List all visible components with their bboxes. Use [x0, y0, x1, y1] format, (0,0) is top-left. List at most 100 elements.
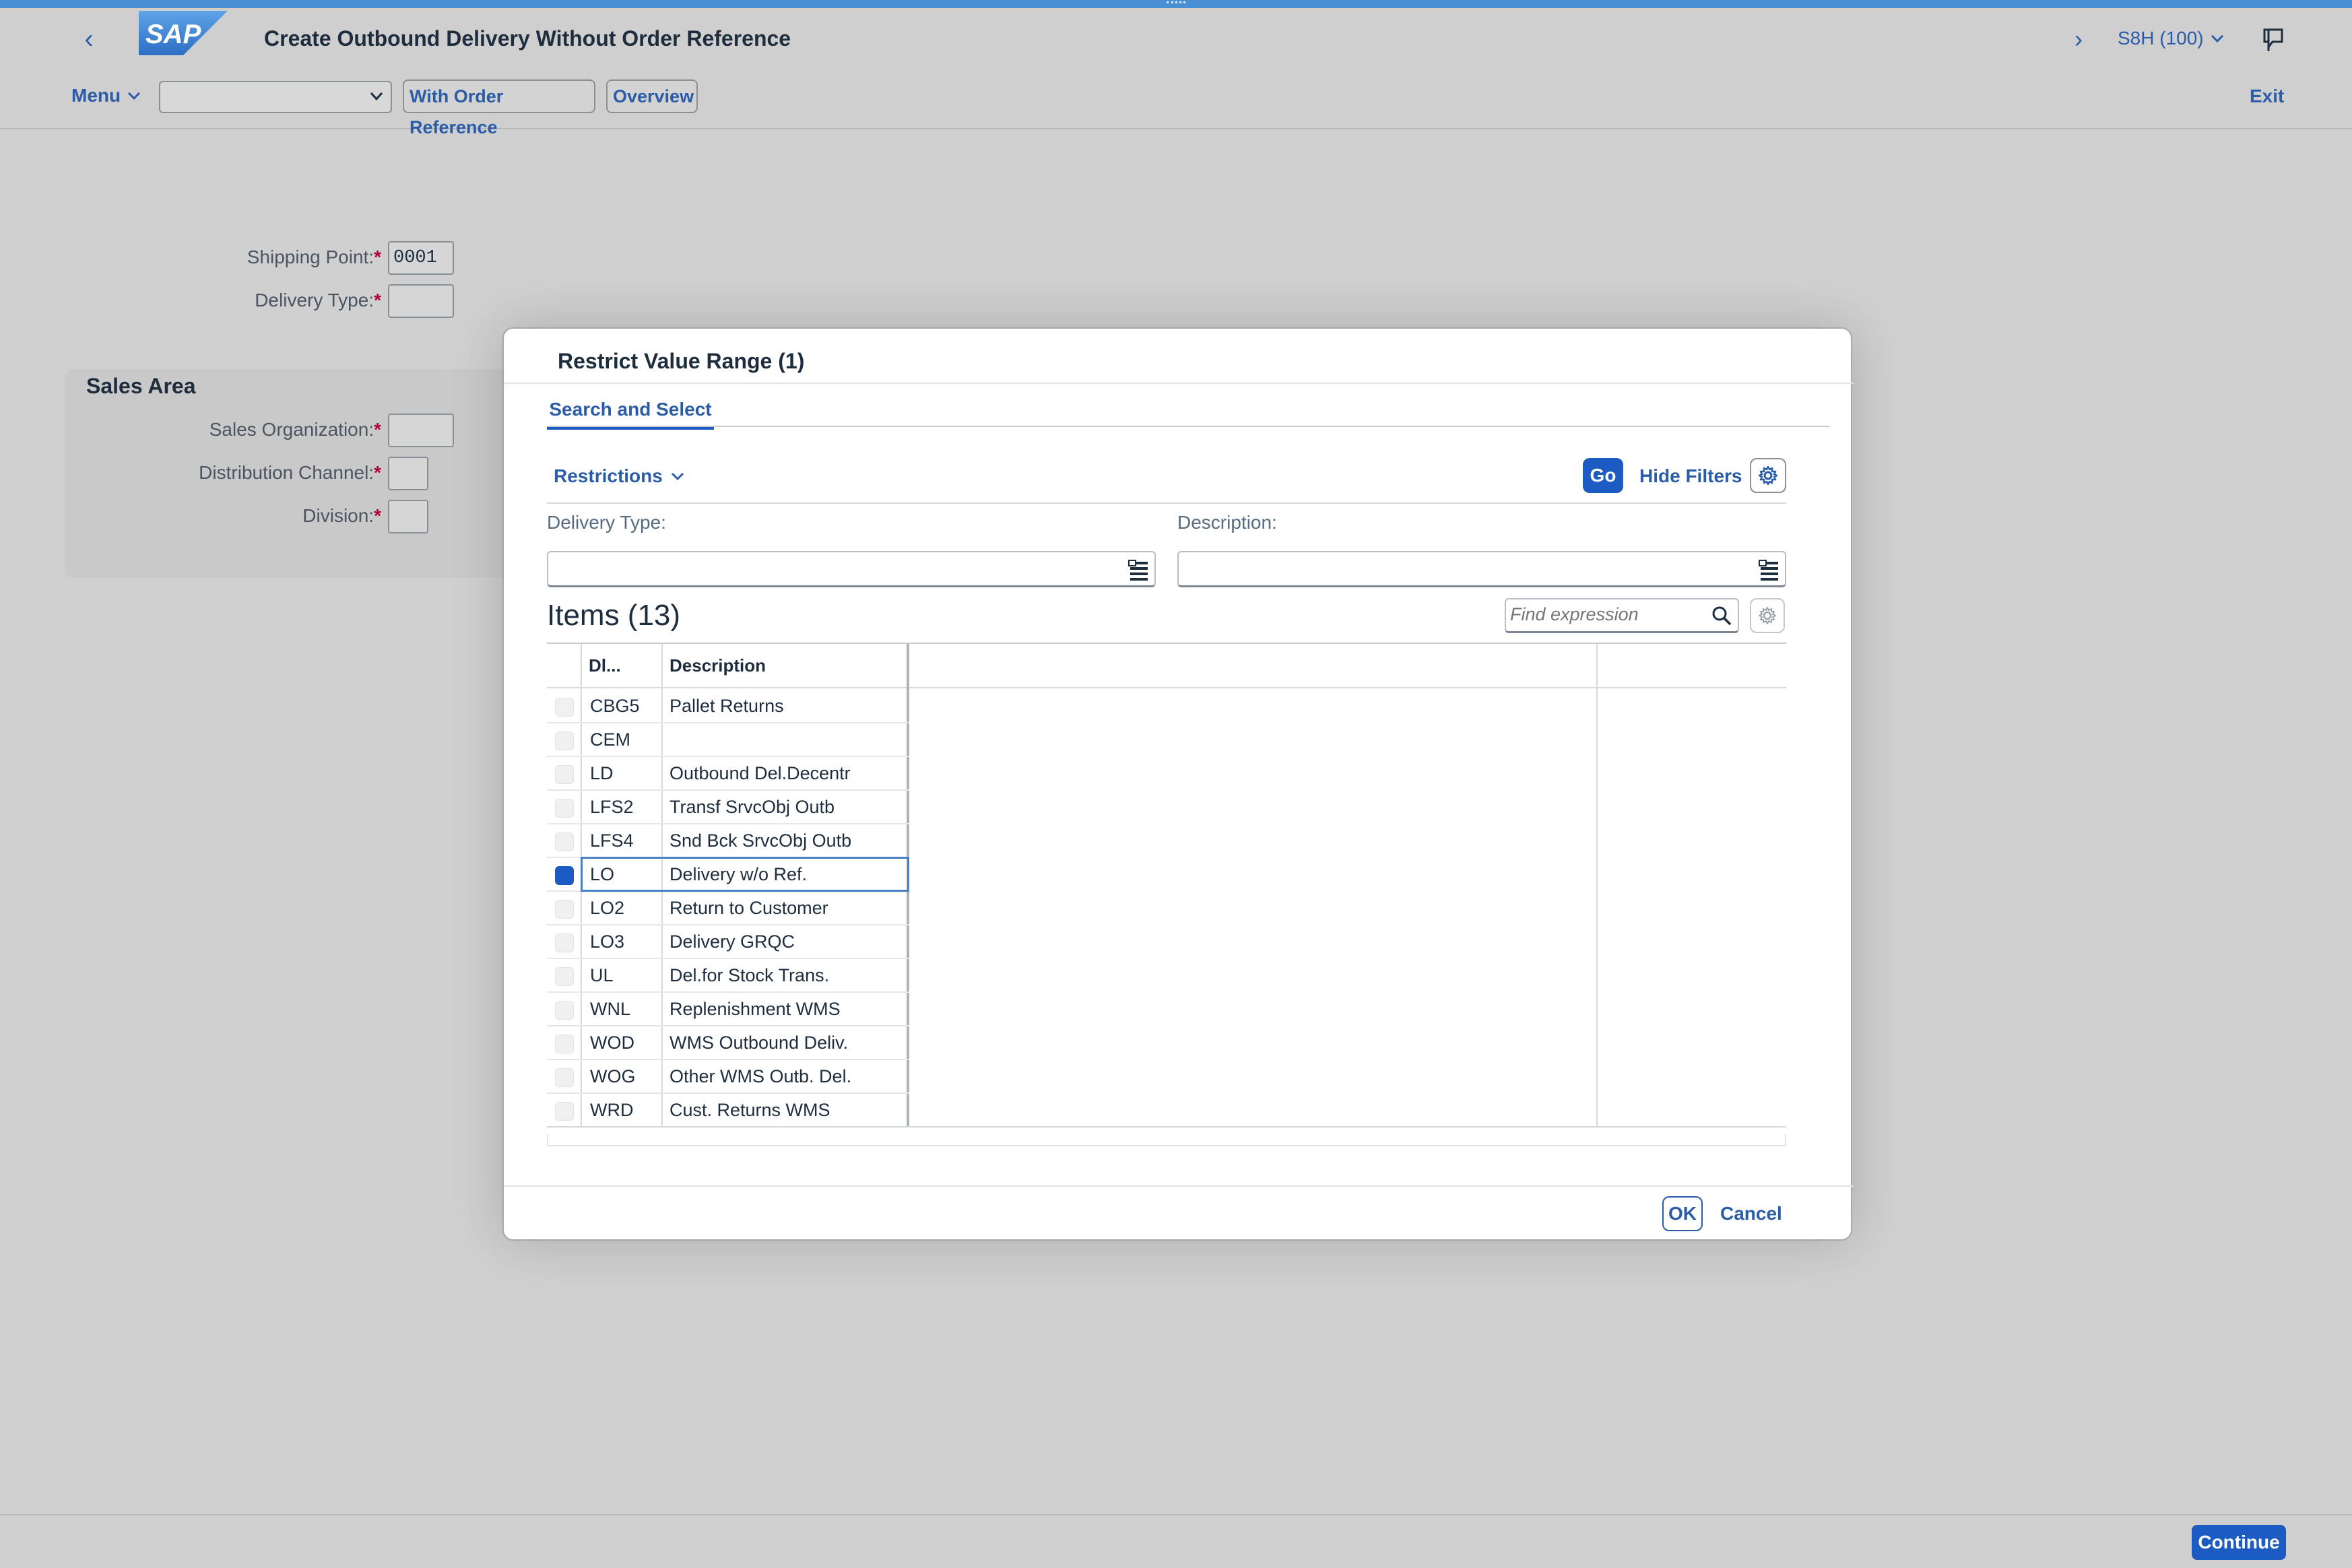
table-settings-icon [1759, 607, 1776, 624]
cell-code: LO3 [590, 932, 625, 952]
search-icon[interactable] [1711, 605, 1732, 626]
row-selector-checkbox[interactable] [555, 832, 574, 851]
cell-code: CEM [590, 729, 630, 750]
delivery-type-input[interactable] [388, 284, 454, 318]
find-expression-input[interactable] [1506, 599, 1701, 629]
row-selector-checkbox[interactable] [555, 799, 574, 818]
dialog-title: Restrict Value Range (1) [558, 349, 805, 373]
ok-button[interactable]: OK [1662, 1196, 1703, 1231]
resize-grip-icon[interactable] [1167, 1, 1185, 4]
shell-bar: ‹ SAP Create Outbound Delivery Without O… [0, 8, 2352, 65]
row-selector-checkbox[interactable] [555, 967, 574, 986]
system-label: S8H (100) [2118, 28, 2204, 48]
with-order-reference-button[interactable]: With Order Reference [403, 79, 595, 137]
footer-bar: Continue [0, 1514, 2352, 1568]
table-row[interactable]: UL Del.for Stock Trans. [547, 959, 909, 993]
row-selector-checkbox[interactable] [555, 900, 574, 919]
overview-button[interactable]: Overview [606, 79, 698, 113]
items-table: Dl... Description CBG5 Pallet Returns CEM L… [547, 643, 1786, 1146]
tab-search-and-select[interactable]: Search and Select [547, 392, 714, 430]
table-row[interactable]: WOD WMS Outbound Deliv. [547, 1026, 909, 1060]
cell-description: Delivery GRQC [669, 932, 795, 952]
table-row[interactable]: LO2 Return to Customer [547, 892, 909, 925]
cell-code: LO [590, 864, 615, 884]
column-header-description[interactable]: Description [663, 644, 905, 688]
division-label: Division:* [302, 505, 381, 526]
cell-code: WRD [590, 1100, 634, 1120]
filter-description-input[interactable] [1177, 551, 1786, 587]
table-row[interactable]: LFS4 Snd Bck SrvcObj Outb [547, 824, 909, 858]
row-selector-checkbox[interactable] [555, 1068, 574, 1087]
row-selector-checkbox[interactable] [555, 731, 574, 750]
table-row[interactable]: WRD Cust. Returns WMS [547, 1094, 909, 1128]
chevron-down-icon [128, 92, 141, 100]
forward-icon[interactable]: › [2068, 22, 2089, 57]
cell-description: Other WMS Outb. Del. [669, 1066, 852, 1086]
delivery-type-label: Delivery Type:* [255, 290, 381, 311]
table-row[interactable]: LD Outbound Del.Decentr [547, 757, 909, 791]
shipping-point-input[interactable]: 0001 [388, 241, 454, 275]
dialog-footer-divider [504, 1185, 1854, 1187]
shipping-point-label: Shipping Point:* [247, 247, 381, 267]
cell-description: Return to Customer [669, 898, 828, 918]
feedback-icon[interactable] [2260, 27, 2287, 54]
distribution-channel-label: Distribution Channel:* [199, 462, 381, 483]
items-title: Items (13) [547, 599, 681, 632]
cell-description: Delivery w/o Ref. [669, 864, 808, 884]
row-selector-checkbox[interactable] [555, 866, 574, 885]
horizontal-scrollbar[interactable] [547, 1134, 1786, 1146]
gear-icon [1758, 465, 1778, 486]
table-bottom-border [547, 1126, 1786, 1128]
restrictions-dropdown[interactable]: Restrictions [554, 461, 684, 492]
chevron-down-icon [671, 472, 684, 481]
table-settings-button[interactable] [1750, 598, 1785, 633]
row-selector-checkbox[interactable] [555, 765, 574, 784]
table-row[interactable]: LFS2 Transf SrvcObj Outb [547, 791, 909, 824]
filter-settings-button[interactable] [1750, 458, 1786, 493]
chevron-down-icon [2211, 34, 2223, 43]
sap-logo: SAP [139, 11, 228, 55]
column-header-code[interactable]: Dl... [582, 644, 663, 688]
cell-description: Snd Bck SrvcObj Outb [669, 830, 852, 851]
cell-description: Del.for Stock Trans. [669, 965, 830, 985]
filter-delivery-type-label: Delivery Type: [547, 512, 666, 533]
table-row[interactable]: WOG Other WMS Outb. Del. [547, 1060, 909, 1094]
table-row[interactable]: WNL Replenishment WMS [547, 993, 909, 1026]
table-row[interactable]: LO Delivery w/o Ref. [547, 857, 909, 892]
row-selector-checkbox[interactable] [555, 1001, 574, 1020]
column-divider [1596, 644, 1598, 1126]
cell-description: Pallet Returns [669, 696, 784, 716]
exit-button[interactable]: Exit [2250, 81, 2284, 112]
system-selector[interactable]: S8H (100) [2118, 23, 2224, 54]
command-dropdown[interactable] [159, 81, 392, 113]
filter-description-label: Description: [1177, 512, 1277, 533]
table-row[interactable]: LO3 Delivery GRQC [547, 925, 909, 959]
continue-button[interactable]: Continue [2192, 1525, 2286, 1560]
table-header-row: Dl... Description [547, 644, 1786, 688]
svg-text:SAP: SAP [145, 20, 201, 49]
go-button[interactable]: Go [1583, 458, 1623, 493]
cell-code: WOG [590, 1066, 636, 1086]
filter-delivery-type-input[interactable] [547, 551, 1156, 587]
row-selector-checkbox[interactable] [555, 698, 574, 717]
value-help-icon[interactable] [1758, 558, 1781, 582]
hide-filters-button[interactable]: Hide Filters [1639, 462, 1742, 490]
filter-bar-divider [547, 502, 1786, 504]
find-expression-field[interactable] [1505, 598, 1739, 633]
menu-button[interactable]: Menu [71, 81, 141, 110]
cell-description: WMS Outbound Deliv. [669, 1033, 849, 1053]
table-row[interactable]: CEM [547, 723, 909, 757]
table-row[interactable]: CBG5 Pallet Returns [547, 690, 909, 723]
cell-description: Outbound Del.Decentr [669, 763, 851, 783]
restrict-value-range-dialog: Restrict Value Range (1) Search and Sele… [502, 327, 1854, 1241]
row-selector-checkbox[interactable] [555, 1035, 574, 1053]
row-selector-checkbox[interactable] [555, 934, 574, 952]
value-help-icon[interactable] [1128, 558, 1150, 582]
cell-description: Replenishment WMS [669, 999, 841, 1019]
cancel-button[interactable]: Cancel [1720, 1198, 1782, 1230]
back-icon[interactable]: ‹ [75, 22, 102, 57]
distribution-channel-input[interactable] [388, 457, 428, 490]
row-selector-checkbox[interactable] [555, 1102, 574, 1121]
sales-org-input[interactable] [388, 414, 454, 447]
division-input[interactable] [388, 500, 428, 533]
